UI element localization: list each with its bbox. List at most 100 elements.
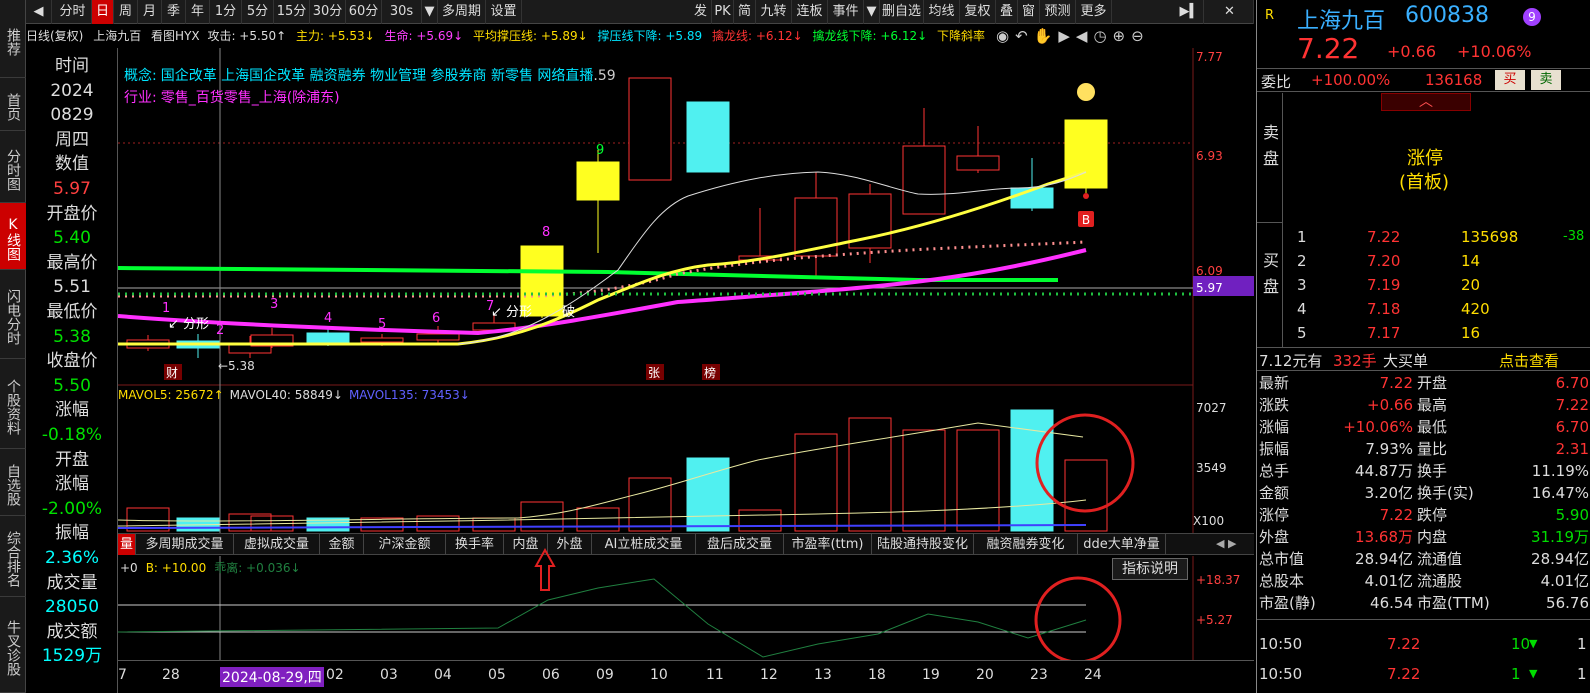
stat-value: 2.31 [1555, 440, 1589, 458]
indicator-tab-12[interactable]: 融资融券变化 [974, 534, 1078, 555]
data-panel-row-15: -0.18% [41, 425, 103, 445]
toolbar-button-10[interactable]: 叠 [996, 0, 1018, 24]
period-tab-10[interactable]: 60分 [346, 0, 382, 24]
period-tab-7[interactable]: 5分 [242, 0, 274, 24]
hand-icon[interactable]: ✋ [1034, 27, 1059, 45]
expand-up-icon[interactable]: ︿ [1381, 93, 1471, 111]
leftnav-item-4[interactable]: 闪电分时 [0, 270, 26, 359]
data-panel-row-18: -2.00% [41, 498, 103, 519]
play-icon[interactable]: ▶ [1058, 27, 1076, 45]
toolbar-button-7[interactable]: 删自选 [880, 0, 924, 24]
ind-c: 乖离: +0.036↓ [214, 560, 300, 575]
date-label-2: 2024-08-29,四 [220, 667, 324, 687]
stat-label: 换手(实) [1417, 484, 1474, 502]
period-tab-13[interactable]: 多周期 [438, 0, 486, 24]
period-tab-0[interactable]: 分时 [54, 0, 92, 24]
indicator-tab-3[interactable]: 金额 [320, 534, 364, 555]
zoom-in-icon[interactable]: ⊕ [1113, 27, 1132, 45]
price-axis-top: 7.77 [1196, 50, 1223, 64]
indicator-tab-8[interactable]: AI立桩成交量 [592, 534, 696, 555]
stat-value: 11.19% [1531, 462, 1589, 480]
data-panel-row-12: 收盘价 [46, 351, 98, 372]
dragon-value: 擒龙线: +6.12↓ [711, 29, 803, 43]
expand-icon[interactable]: ▶▍ [1176, 0, 1204, 24]
bid-row-3[interactable]: 3 7.19 20 [1257, 274, 1590, 296]
buy-button[interactable]: 买 [1495, 70, 1525, 90]
indicator-tab-10[interactable]: 市盈率(ttm) [784, 534, 872, 555]
bid-row-5[interactable]: 5 7.17 16 [1257, 322, 1590, 344]
toolbar-button-8[interactable]: 均线 [924, 0, 960, 24]
undo-icon[interactable]: ↶ [1015, 27, 1034, 45]
bid-row-4[interactable]: 4 7.18 420 [1257, 298, 1590, 320]
toolbar-button-12[interactable]: 预测 [1040, 0, 1076, 24]
toolbar-button-2[interactable]: 简 [734, 0, 756, 24]
volume-bar [956, 429, 1000, 532]
period-tab-8[interactable]: 15分 [274, 0, 310, 24]
collapse-left-icon[interactable]: ◀ [26, 0, 52, 24]
toolbar-button-6[interactable]: ▼ [864, 0, 880, 24]
volume-bar [738, 509, 782, 532]
period-tab-4[interactable]: 季 [162, 0, 186, 24]
date-label-6: 05 [488, 667, 506, 683]
period-tab-3[interactable]: 月 [138, 0, 162, 24]
leftnav-item-0[interactable]: 推荐 [0, 0, 26, 78]
indicator-tab-13[interactable]: dde大单净量 [1078, 534, 1166, 555]
toolbar-button-0[interactable]: 发 [690, 0, 712, 24]
period-tab-12[interactable]: ▼ [422, 0, 438, 24]
svg-text:+0B: +10.00乖离: +0.036↓: +0 B: +10.00 乖离: +0.036↓ [120, 560, 301, 575]
period-tab-9[interactable]: 30分 [310, 0, 346, 24]
leftnav-item-5[interactable]: 个股资料 [0, 359, 26, 449]
leftnav-item-7[interactable]: 综合排名 [0, 516, 26, 597]
period-tab-1[interactable]: 日 [92, 0, 114, 24]
leftnav-item-1[interactable]: 首页 [0, 78, 26, 131]
tab-scroll[interactable]: ◀ ▶ [1216, 535, 1252, 553]
indicator-tab-11[interactable]: 陆股通持股变化 [872, 534, 974, 555]
rewind-icon[interactable]: ◀ [1076, 27, 1094, 45]
toolbar-button-1[interactable]: PK [712, 0, 734, 24]
date-label-8: 09 [596, 667, 614, 683]
clock-icon[interactable]: ◷ [1093, 27, 1112, 45]
bigorder-link[interactable]: 点击查看 [1499, 350, 1559, 371]
toolbar-button-3[interactable]: 九转 [756, 0, 792, 24]
toolbar-button-13[interactable]: 更多 [1076, 0, 1112, 24]
indicator-help-button[interactable]: 指标说明 [1112, 558, 1188, 580]
stat-label: 振幅 [1259, 440, 1290, 458]
indicator-chart[interactable]: +0 B: +10.00 乖离: +0.036↓ +18.37 +5.27 [118, 556, 1254, 660]
period-tab-2[interactable]: 周 [114, 0, 138, 24]
close-icon[interactable]: ✕ [1206, 0, 1254, 24]
leftnav-item-3[interactable]: K线图 [0, 203, 26, 270]
indicator-tab-2[interactable]: 虚拟成交量 [234, 534, 320, 555]
sequence-count-4: 4 [324, 311, 332, 326]
toolbar-button-9[interactable]: 复权 [960, 0, 996, 24]
volume-bar [794, 433, 838, 532]
zoom-out-icon[interactable]: ⊖ [1131, 27, 1150, 45]
indicator-tab-9[interactable]: 盘后成交量 [696, 534, 784, 555]
leftnav-item-8[interactable]: 牛叉诊股 [0, 597, 26, 693]
toolbar-button-5[interactable]: 事件 [828, 0, 864, 24]
data-panel-row-6: 开盘价 [46, 203, 98, 224]
eye-icon[interactable]: ◉ [996, 27, 1015, 45]
smiley-icon [1077, 83, 1095, 101]
period-tab-5[interactable]: 年 [186, 0, 210, 24]
toolbar-button-4[interactable]: 连板 [792, 0, 828, 24]
indicator-tab-0[interactable]: 量 [118, 534, 136, 555]
indicator-tab-1[interactable]: 多周期成交量 [136, 534, 234, 555]
kline-chart[interactable]: B 概念: 国企改革 上海国企改革 融资融券 物业管理 参股券商 新零售 网络直播… [118, 48, 1254, 533]
bid-row-2[interactable]: 2 7.20 14 [1257, 250, 1590, 272]
stat-value: 4.01亿 [1364, 572, 1413, 590]
quote-badge[interactable]: 9 [1523, 8, 1541, 26]
period-tab-14[interactable]: 设置 [486, 0, 522, 24]
leftnav-item-6[interactable]: 自选股 [0, 449, 26, 516]
indicator-tab-4[interactable]: 沪深金额 [364, 534, 446, 555]
period-tab-11[interactable]: 30s [382, 0, 422, 24]
leftnav-item-2[interactable]: 分时图 [0, 131, 26, 203]
sell-button[interactable]: 卖 [1531, 70, 1561, 90]
indicator-name[interactable]: 看图HYX [151, 29, 200, 43]
toolbar-button-11[interactable]: 窗 [1018, 0, 1040, 24]
bid-row-1[interactable]: 1 7.22 135698 -38 [1257, 226, 1590, 248]
bid-volume: 20 [1461, 276, 1481, 294]
indicator-tab-5[interactable]: 换手率 [446, 534, 504, 555]
line-type[interactable]: 日线(复权) [26, 29, 83, 43]
sequence-count-8: 8 [542, 225, 550, 240]
period-tab-6[interactable]: 1分 [210, 0, 242, 24]
